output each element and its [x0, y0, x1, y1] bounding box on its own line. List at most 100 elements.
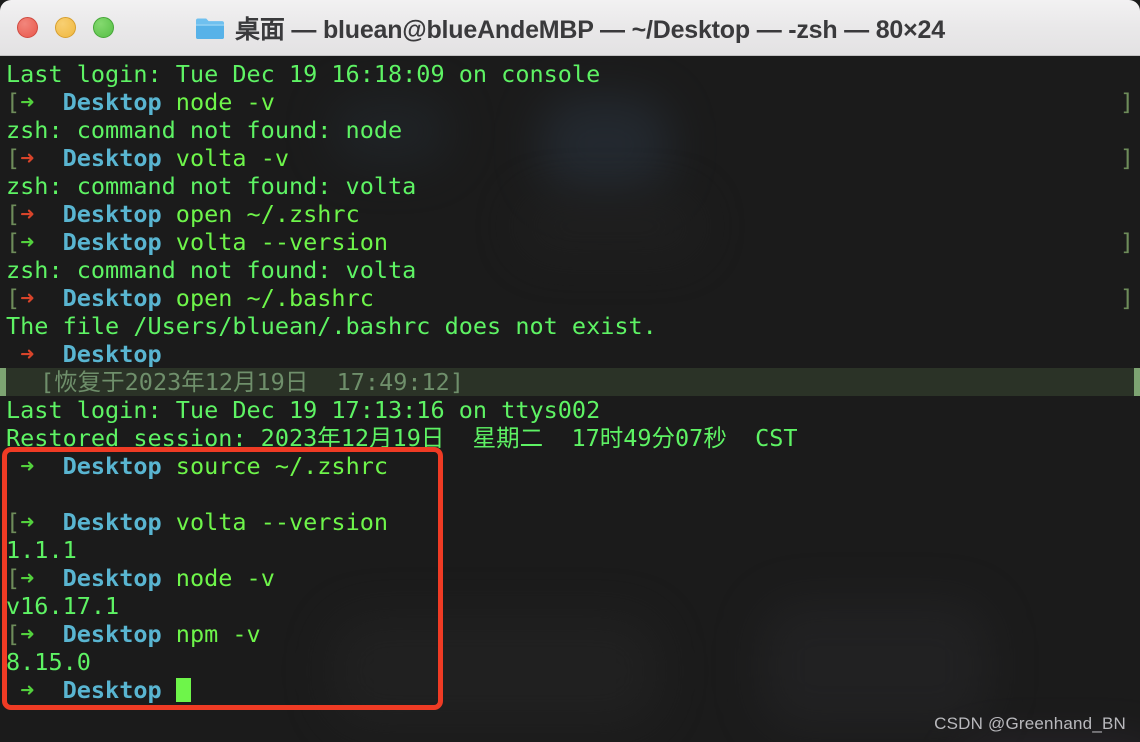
- output-text: zsh: command not found: node: [6, 116, 403, 144]
- terminal-prompt-line: [➜ Desktop volta -v]: [6, 144, 1140, 172]
- prompt-arrow-error-icon: ➜: [20, 144, 35, 172]
- prompt-spacer: [34, 508, 62, 536]
- prompt-arrow-ok-icon: ➜: [20, 452, 35, 480]
- prompt-spacer: [34, 452, 62, 480]
- prompt-left-bracket: [: [6, 508, 21, 536]
- terminal-prompt-line: ➜ Desktop: [6, 676, 1140, 704]
- prompt-left-bracket: [: [6, 200, 21, 228]
- terminal-prompt-line: ➜ Desktop: [6, 340, 1140, 368]
- terminal-output-line: Last login: Tue Dec 19 17:13:16 on ttys0…: [6, 396, 1140, 424]
- prompt-cwd: Desktop: [62, 508, 162, 536]
- prompt-left-bracket: [6, 340, 20, 368]
- terminal-output-line: v16.17.1: [6, 592, 1140, 620]
- close-button[interactable]: [17, 17, 38, 38]
- prompt-arrow-ok-icon: ➜: [20, 620, 35, 648]
- prompt-spacer: [34, 564, 62, 592]
- prompt-spacer: [34, 340, 62, 368]
- watermark: CSDN @Greenhand_BN: [934, 714, 1126, 733]
- prompt-command: node -v: [161, 564, 275, 592]
- prompt-command: node -v: [161, 88, 275, 116]
- session-restore-banner: [恢复于2023年12月19日 17:49:12]: [0, 368, 1140, 396]
- prompt-arrow-ok-icon: ➜: [20, 564, 35, 592]
- minimize-button[interactable]: [55, 17, 76, 38]
- prompt-cwd: Desktop: [62, 88, 162, 116]
- restore-banner-edge-right: [1134, 368, 1140, 396]
- prompt-right-bracket: ]: [1119, 284, 1134, 312]
- prompt-right-bracket: ]: [1119, 144, 1134, 172]
- output-text: zsh: command not found: volta: [6, 256, 417, 284]
- prompt-arrow-ok-icon: ➜: [20, 676, 35, 704]
- prompt-command: volta --version: [161, 228, 389, 256]
- prompt-cwd: Desktop: [62, 228, 162, 256]
- prompt-spacer: [34, 620, 62, 648]
- terminal-prompt-line: [➜ Desktop node -v: [6, 564, 1140, 592]
- terminal-prompt-line: ➜ Desktop source ~/.zshrc: [6, 452, 1140, 480]
- output-text: zsh: command not found: volta: [6, 172, 417, 200]
- terminal-prompt-line: [➜ Desktop volta --version]: [6, 228, 1140, 256]
- terminal-prompt-line: [➜ Desktop open ~/.bashrc]: [6, 284, 1140, 312]
- terminal-output-line: The file /Users/bluean/.bashrc does not …: [6, 312, 1140, 340]
- prompt-command: npm -v: [161, 620, 261, 648]
- prompt-cwd: Desktop: [62, 144, 162, 172]
- output-text: Last login: Tue Dec 19 17:13:16 on ttys0…: [6, 396, 601, 424]
- prompt-arrow-error-icon: ➜: [20, 340, 35, 368]
- prompt-arrow-ok-icon: ➜: [20, 228, 35, 256]
- prompt-left-bracket: [: [6, 144, 21, 172]
- terminal-output-line: 1.1.1: [6, 536, 1140, 564]
- prompt-left-bracket: [6, 676, 20, 704]
- prompt-left-bracket: [: [6, 228, 21, 256]
- prompt-arrow-ok-icon: ➜: [20, 508, 35, 536]
- prompt-left-bracket: [: [6, 88, 21, 116]
- prompt-arrow-error-icon: ➜: [20, 284, 35, 312]
- prompt-cwd: Desktop: [62, 676, 162, 704]
- terminal-window: 桌面 — bluean@blueAndeMBP — ~/Desktop — -z…: [0, 0, 1140, 742]
- terminal-screen: Last login: Tue Dec 19 16:18:09 on conso…: [0, 56, 1140, 704]
- traffic-light-group: [17, 17, 114, 38]
- prompt-spacer: [34, 144, 62, 172]
- output-text: v16.17.1: [6, 592, 120, 620]
- terminal-output-line: zsh: command not found: volta: [6, 172, 1140, 200]
- terminal-prompt-line: [➜ Desktop node -v]: [6, 88, 1140, 116]
- restore-banner-text: [恢复于2023年12月19日 17:49:12]: [40, 368, 464, 396]
- prompt-command: open ~/.zshrc: [161, 200, 360, 228]
- prompt-cwd: Desktop: [62, 284, 162, 312]
- prompt-command: volta --version: [161, 508, 389, 536]
- output-text: Restored session: 2023年12月19日 星期二 17时49分…: [6, 424, 798, 452]
- prompt-spacer: [34, 88, 62, 116]
- terminal-output-line: 8.15.0: [6, 648, 1140, 676]
- cursor-spacer: [162, 676, 176, 704]
- prompt-command: source ~/.zshrc: [161, 452, 389, 480]
- prompt-cwd: Desktop: [62, 620, 162, 648]
- zoom-button[interactable]: [93, 17, 114, 38]
- prompt-spacer: [34, 200, 62, 228]
- terminal-prompt-line: [➜ Desktop open ~/.zshrc: [6, 200, 1140, 228]
- prompt-arrow-error-icon: ➜: [20, 200, 35, 228]
- prompt-left-bracket: [6, 452, 20, 480]
- prompt-cwd: Desktop: [62, 452, 162, 480]
- prompt-left-bracket: [: [6, 620, 21, 648]
- window-titlebar[interactable]: 桌面 — bluean@blueAndeMBP — ~/Desktop — -z…: [0, 0, 1140, 56]
- prompt-spacer: [34, 284, 62, 312]
- prompt-left-bracket: [: [6, 564, 21, 592]
- terminal-output-line: zsh: command not found: node: [6, 116, 1140, 144]
- prompt-cwd: Desktop: [62, 564, 162, 592]
- output-text: Last login: Tue Dec 19 16:18:09 on conso…: [6, 60, 601, 88]
- terminal-prompt-line: [➜ Desktop npm -v: [6, 620, 1140, 648]
- window-title: 桌面 — bluean@blueAndeMBP — ~/Desktop — -z…: [235, 15, 945, 44]
- output-text: The file /Users/bluean/.bashrc does not …: [6, 312, 657, 340]
- text-cursor: [175, 678, 191, 702]
- terminal-body[interactable]: Last login: Tue Dec 19 16:18:09 on conso…: [0, 56, 1140, 742]
- terminal-output-line: Restored session: 2023年12月19日 星期二 17时49分…: [6, 424, 1140, 452]
- prompt-arrow-ok-icon: ➜: [20, 88, 35, 116]
- folder-icon: [196, 18, 225, 39]
- output-text: 8.15.0: [6, 648, 91, 676]
- prompt-cwd: Desktop: [62, 200, 162, 228]
- prompt-cwd: Desktop: [62, 340, 162, 368]
- prompt-right-bracket: ]: [1119, 88, 1134, 116]
- window-title-group: 桌面 — bluean@blueAndeMBP — ~/Desktop — -z…: [0, 0, 1140, 55]
- prompt-spacer: [34, 676, 62, 704]
- output-text: 1.1.1: [6, 536, 77, 564]
- prompt-command: volta -v: [161, 144, 289, 172]
- terminal-prompt-line: [➜ Desktop volta --version: [6, 508, 1140, 536]
